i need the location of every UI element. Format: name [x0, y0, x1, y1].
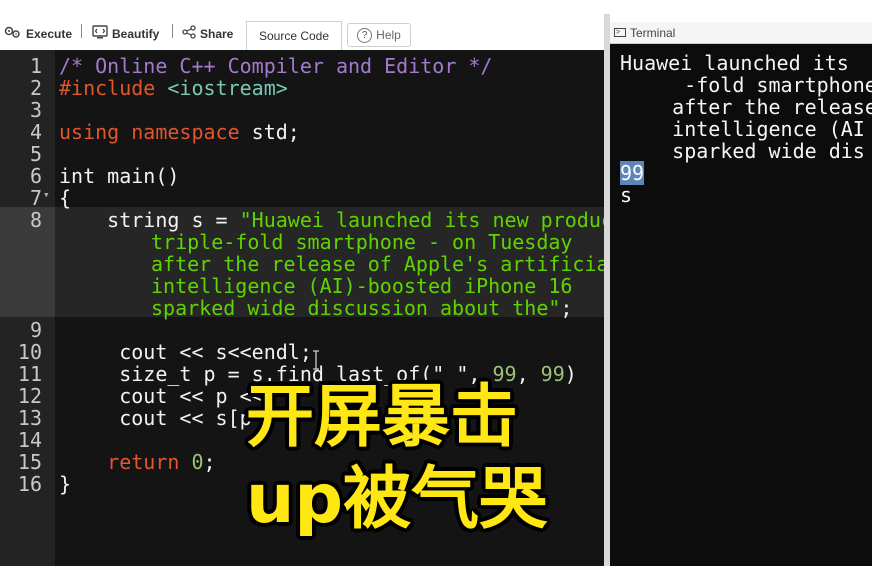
line-number: 3 [29, 98, 42, 122]
code-line-wrapped: intelligence (AI)-boosted iPhone 16 [151, 274, 573, 298]
terminal-line: s [620, 183, 633, 207]
code-token: "Huawei launched its new product [239, 208, 604, 232]
code-token: sparked wide discussion about the" [151, 296, 561, 320]
line-number: 16 [17, 472, 42, 496]
beautify-label: Beautify [112, 26, 160, 41]
top-strip [0, 0, 872, 14]
share-icon [182, 25, 196, 42]
execute-label: Execute [26, 26, 73, 41]
terminal-line: -fold smartphone [636, 73, 872, 97]
code-token: 99 [540, 362, 565, 386]
code-line: return 0; [59, 450, 216, 474]
line-number: 1 [29, 54, 42, 78]
terminal-header: > Terminal [610, 22, 872, 44]
toolbar-divider [172, 24, 173, 38]
terminal-icon: > [614, 28, 626, 37]
line-number: 2 [29, 76, 42, 100]
line-number: 9 [29, 318, 42, 342]
code-token: #include [59, 76, 156, 100]
code-line: { [59, 186, 72, 210]
beautify-button[interactable]: Beautify [92, 25, 159, 42]
code-token: <iostream> [155, 76, 288, 100]
line-number: 7 [29, 186, 42, 210]
line-number: 13 [17, 406, 42, 430]
code-line: /* Online C++ Compiler and Editor */ [59, 54, 493, 78]
terminal-line: intelligence (AI [624, 117, 865, 141]
selected-output-value[interactable]: 99 [620, 161, 645, 185]
code-line: #include <iostream> [59, 77, 288, 99]
terminal-line: sparked wide dis [624, 139, 865, 163]
code-line: } [59, 472, 72, 496]
line-number: 8 [29, 208, 42, 232]
terminal-line: after the release [624, 95, 872, 119]
code-line-wrapped: triple-fold smartphone - on Tuesday [151, 230, 573, 254]
code-token: return [59, 450, 192, 474]
line-number: 6 [29, 164, 42, 188]
code-token: ; [560, 296, 573, 320]
code-token: std; [239, 120, 300, 144]
line-number: 11 [17, 362, 42, 386]
code-line-wrapped: after the release of Apple's artificial [151, 252, 604, 276]
share-label: Share [200, 26, 234, 41]
code-line: cout << s[p [59, 406, 252, 430]
line-number: 4 [29, 120, 42, 144]
code-token: ; [203, 450, 216, 474]
help-button[interactable]: ? Help [347, 23, 411, 47]
terminal-title: Terminal [630, 25, 676, 40]
tab-source-code-label: Source Code [258, 29, 330, 43]
code-line: using namespace std; [59, 121, 300, 143]
tab-source-code[interactable]: Source Code [246, 21, 342, 50]
fold-arrow-icon[interactable]: ▾ [43, 188, 50, 201]
terminal-line: Huawei launched its [620, 51, 849, 75]
toolbar-divider [81, 24, 82, 38]
code-token: 0 [191, 450, 204, 474]
gears-icon [4, 25, 22, 42]
terminal-line: 99 [620, 161, 645, 185]
code-line: cout << s<<endl; [59, 340, 312, 364]
code-token: using namespace [59, 120, 240, 144]
line-number: 14 [17, 428, 42, 452]
terminal-output[interactable]: Huawei launched its -fold smartphone aft… [610, 44, 872, 566]
code-token: ) [564, 362, 577, 386]
help-label: Help [376, 28, 401, 42]
text-cursor-icon [312, 350, 319, 370]
code-token: , [516, 362, 541, 386]
code-line: int main() [59, 164, 180, 188]
share-button[interactable]: Share [182, 25, 233, 42]
code-line: cout << p << [59, 384, 264, 408]
line-number: 15 [17, 450, 42, 474]
question-circle-icon: ? [357, 27, 373, 43]
line-number: 5 [29, 142, 42, 166]
execute-button[interactable]: Execute [4, 25, 72, 42]
line-number: 12 [17, 384, 42, 408]
code-token: string s = [59, 208, 240, 232]
line-number: 10 [17, 340, 42, 364]
overlay-caption-line1: 开屏暴击 [246, 378, 519, 457]
toolbar: Execute Beautify Share Source Code ? Hel… [0, 14, 606, 50]
code-line-wrapped: sparked wide discussion about the"; [151, 297, 572, 319]
code-window-icon [92, 25, 108, 42]
overlay-caption-line2: up被气哭 [246, 460, 548, 539]
code-line: string s = "Huawei launched its new prod… [59, 209, 604, 231]
